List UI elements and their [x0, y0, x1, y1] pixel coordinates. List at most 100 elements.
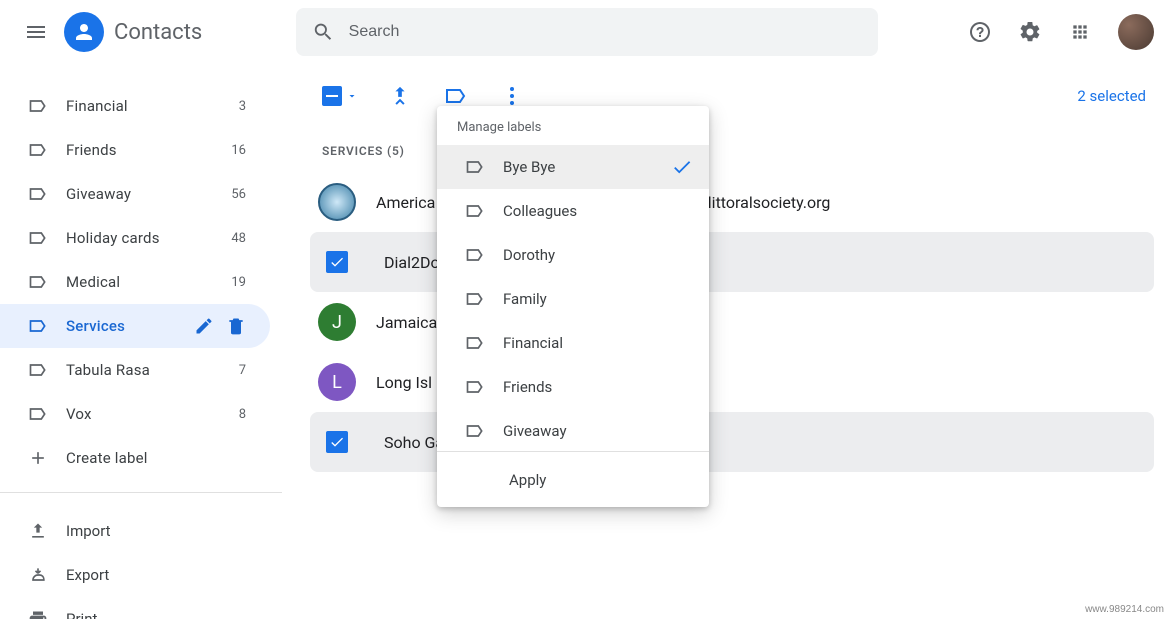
sidebar-item-giveaway[interactable]: Giveaway 56 — [0, 172, 270, 216]
label-icon — [28, 360, 48, 380]
delete-icon[interactable] — [226, 316, 246, 336]
dropdown-header: Manage labels — [437, 106, 709, 145]
label-icon — [465, 289, 485, 309]
main-content: 2 selected SERVICES (5) America info@lit… — [282, 64, 1170, 619]
sidebar-item-vox[interactable]: Vox 8 — [0, 392, 270, 436]
watermark: www.989214.com — [1085, 604, 1164, 615]
account-avatar[interactable] — [1118, 14, 1154, 50]
manage-labels-dropdown: Manage labels Bye Bye Colleagues Dorothy — [437, 106, 709, 507]
label-icon — [465, 201, 485, 221]
sidebar-label-count: 56 — [231, 187, 246, 202]
label-icon — [28, 272, 48, 292]
search-box[interactable] — [296, 8, 878, 56]
logo-area[interactable]: Contacts — [64, 12, 202, 52]
dropdown-item-friends[interactable]: Friends — [437, 365, 709, 409]
contacts-logo-icon — [64, 12, 104, 52]
sidebar-label-text: Tabula Rasa — [66, 361, 239, 379]
help-icon — [968, 20, 992, 44]
sidebar-label-text: Giveaway — [66, 185, 231, 203]
contact-avatar: J — [318, 303, 356, 341]
sidebar-label-count: 48 — [231, 231, 246, 246]
app-title: Contacts — [114, 20, 202, 45]
import-text: Import — [66, 522, 111, 540]
dropdown-item-label: Financial — [503, 334, 693, 352]
plus-icon — [28, 448, 48, 468]
sidebar-label-text: Services — [66, 317, 194, 335]
sidebar-label-text: Friends — [66, 141, 231, 159]
search-icon — [312, 20, 334, 44]
apps-button[interactable] — [1060, 12, 1100, 52]
import-button[interactable]: Import — [0, 509, 282, 553]
search-input[interactable] — [349, 23, 863, 41]
label-icon — [444, 84, 468, 108]
label-icon — [28, 184, 48, 204]
dropdown-item-dorothy[interactable]: Dorothy — [437, 233, 709, 277]
indeterminate-checkbox-icon — [322, 86, 342, 106]
apps-grid-icon — [1070, 22, 1090, 42]
header: Contacts — [0, 0, 1170, 64]
hamburger-icon — [24, 20, 48, 44]
import-icon — [28, 521, 48, 541]
sidebar-label-count: 19 — [231, 275, 246, 290]
dropdown-item-label: Dorothy — [503, 246, 693, 264]
sidebar-label-text: Vox — [66, 405, 239, 423]
print-button[interactable]: Print — [0, 597, 282, 619]
more-vert-icon — [510, 87, 514, 105]
sidebar-item-services[interactable]: Services — [0, 304, 270, 348]
merge-icon — [389, 85, 411, 107]
apply-button[interactable]: Apply — [437, 451, 709, 507]
export-text: Export — [66, 566, 109, 584]
label-icon — [465, 421, 485, 441]
sidebar-item-holiday-cards[interactable]: Holiday cards 48 — [0, 216, 270, 260]
dropdown-item-label: Bye Bye — [503, 158, 653, 176]
sidebar-item-friends[interactable]: Friends 16 — [0, 128, 270, 172]
dropdown-item-colleagues[interactable]: Colleagues — [437, 189, 709, 233]
contact-avatar: L — [318, 363, 356, 401]
sidebar-label-text: Financial — [66, 97, 239, 115]
label-icon — [28, 228, 48, 248]
selection-count: 2 selected — [1077, 87, 1146, 105]
dropdown-item-giveaway[interactable]: Giveaway — [437, 409, 709, 451]
sidebar-divider — [0, 492, 282, 493]
apply-label: Apply — [509, 471, 546, 489]
sidebar-item-tabula-rasa[interactable]: Tabula Rasa 7 — [0, 348, 270, 392]
help-button[interactable] — [960, 12, 1000, 52]
checked-checkbox-icon[interactable] — [326, 251, 348, 273]
main-menu-button[interactable] — [12, 8, 60, 56]
label-icon — [28, 96, 48, 116]
dropdown-item-label: Giveaway — [503, 422, 693, 440]
sidebar-item-financial[interactable]: Financial 3 — [0, 84, 270, 128]
sidebar-label-count: 8 — [239, 407, 246, 422]
export-icon — [28, 565, 48, 585]
export-button[interactable]: Export — [0, 553, 282, 597]
merge-button[interactable] — [386, 82, 414, 110]
checked-checkbox-icon[interactable] — [326, 431, 348, 453]
sidebar-label-count: 16 — [231, 143, 246, 158]
dropdown-item-label: Colleagues — [503, 202, 693, 220]
label-icon — [28, 140, 48, 160]
sidebar-label-count: 3 — [239, 99, 246, 114]
print-text: Print — [66, 610, 97, 619]
label-icon — [465, 245, 485, 265]
create-label-button[interactable]: Create label — [0, 436, 270, 480]
dropdown-item-bye-bye[interactable]: Bye Bye — [437, 145, 709, 189]
contact-avatar — [318, 183, 356, 221]
dropdown-item-family[interactable]: Family — [437, 277, 709, 321]
settings-button[interactable] — [1010, 12, 1050, 52]
label-icon — [28, 404, 48, 424]
label-icon — [465, 157, 485, 177]
sidebar-label-count: 7 — [239, 363, 246, 378]
dropdown-item-financial[interactable]: Financial — [437, 321, 709, 365]
label-icon — [28, 316, 48, 336]
dropdown-arrow-icon — [346, 90, 358, 102]
sidebar-item-medical[interactable]: Medical 19 — [0, 260, 270, 304]
sidebar-label-text: Medical — [66, 273, 231, 291]
label-icon — [465, 333, 485, 353]
edit-icon[interactable] — [194, 316, 214, 336]
dropdown-item-label: Family — [503, 290, 693, 308]
selection-toggle[interactable] — [322, 86, 358, 106]
create-label-text: Create label — [66, 449, 246, 467]
check-icon — [671, 156, 693, 178]
sidebar-label-text: Holiday cards — [66, 229, 231, 247]
header-actions — [960, 12, 1154, 52]
